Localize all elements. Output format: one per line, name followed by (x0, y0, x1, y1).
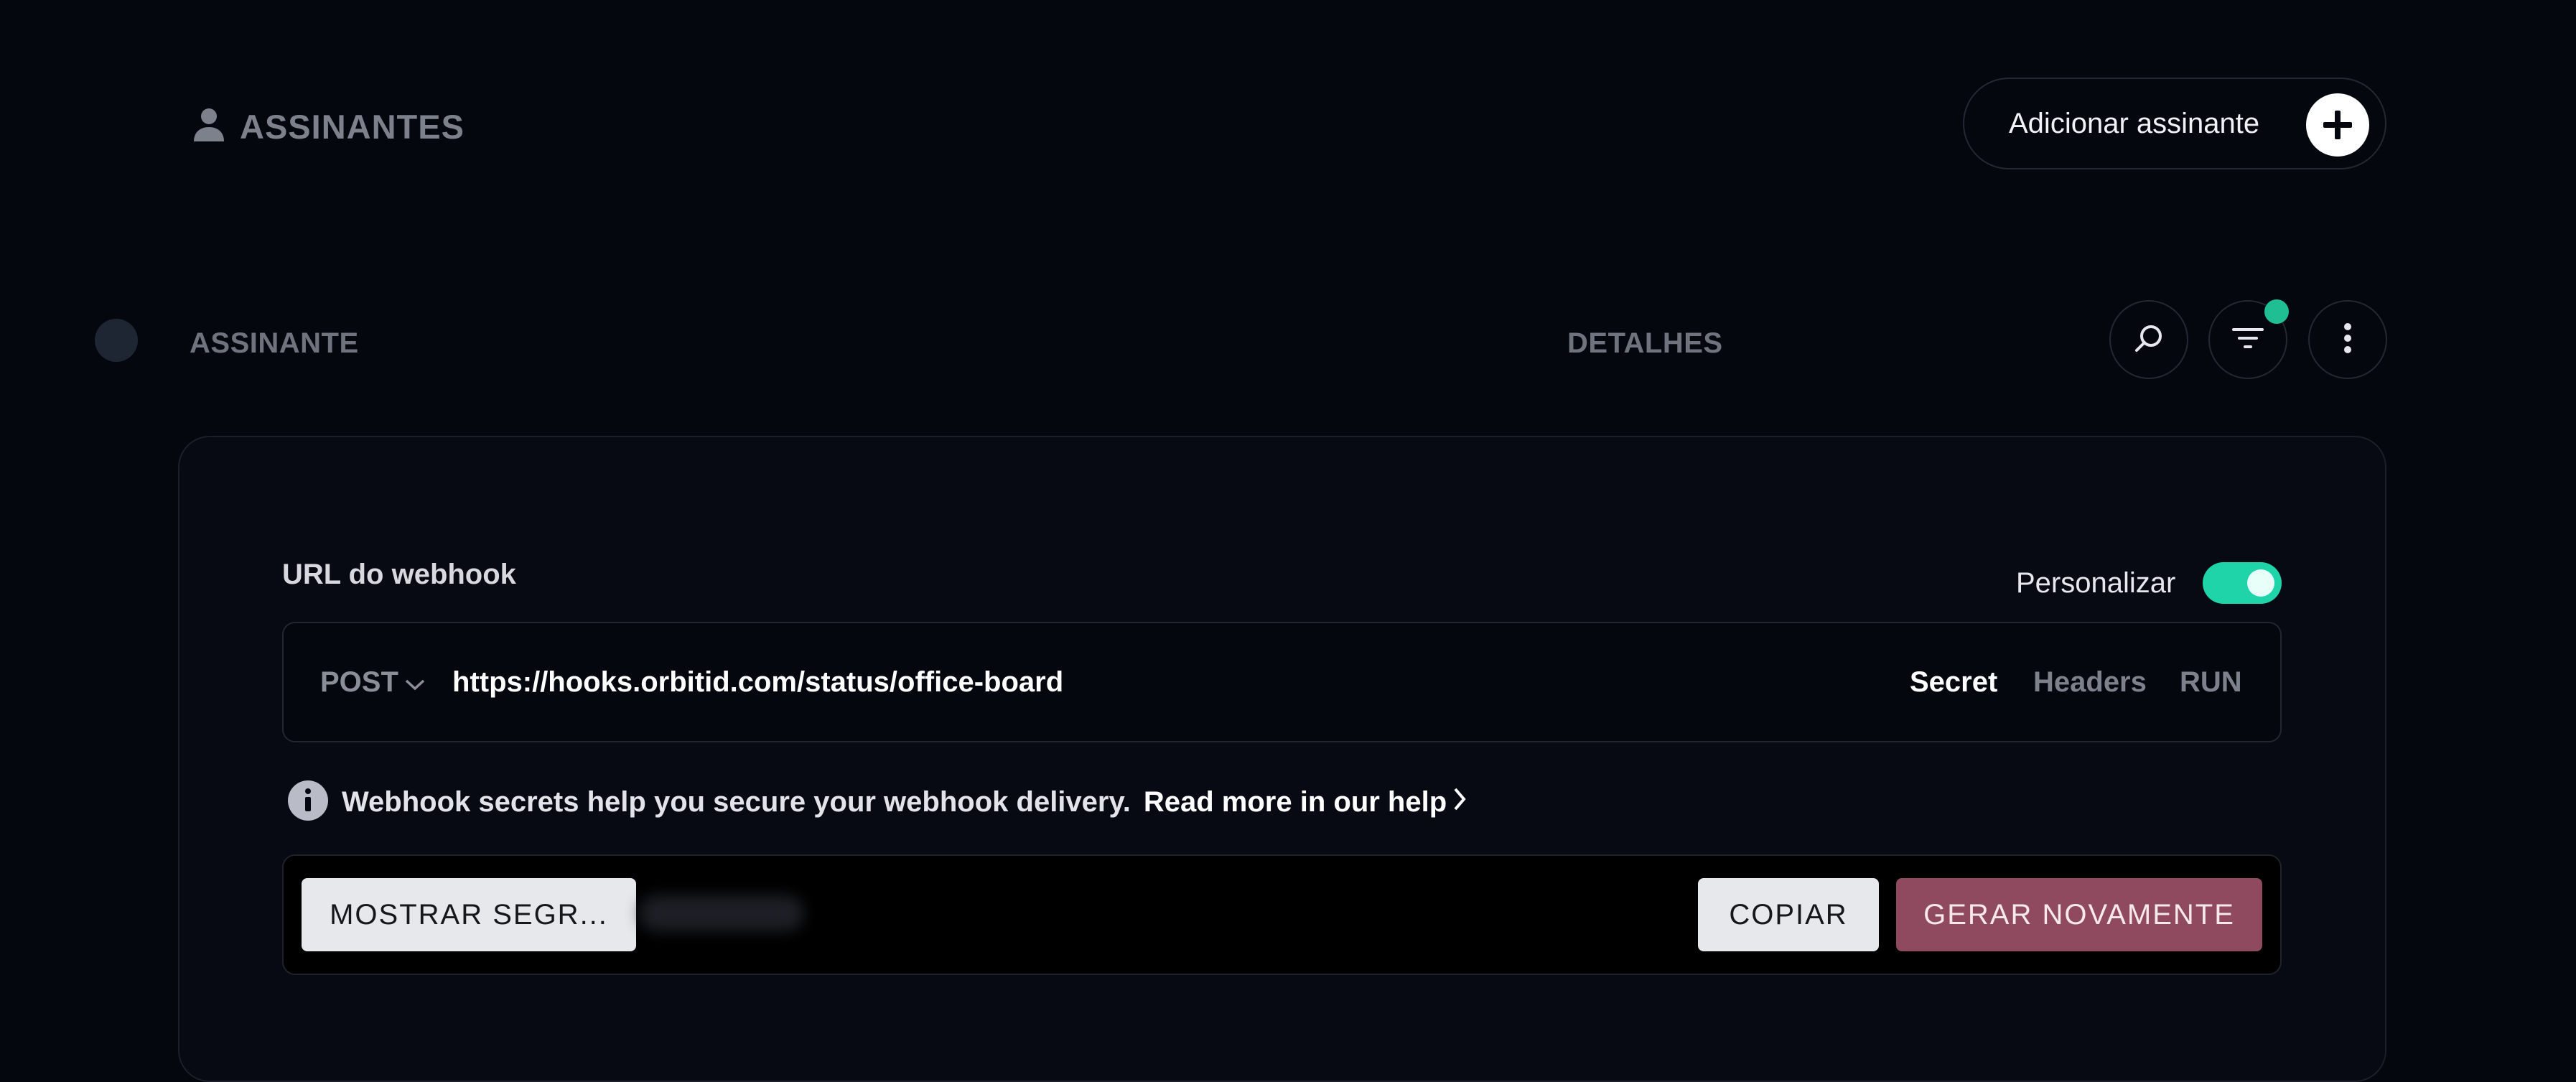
user-icon (192, 107, 225, 146)
toggle-knob (2247, 569, 2274, 597)
add-subscriber-button[interactable]: Adicionar assinante (1963, 78, 2386, 169)
method-select[interactable]: POST (320, 666, 426, 699)
more-options-button[interactable] (2308, 300, 2387, 379)
tab-secret[interactable]: Secret (1910, 666, 1997, 699)
webhook-url-label: URL do webhook (282, 559, 516, 590)
regenerate-button[interactable]: GERAR NOVAMENTE (1896, 878, 2262, 951)
page-header: ASSINANTES (192, 105, 465, 148)
show-secret-button[interactable]: MOSTRAR SEGR... (302, 878, 636, 951)
help-link[interactable]: Read more in our help (1144, 786, 1467, 819)
info-text: Webhook secrets help you secure your web… (342, 786, 1131, 818)
search-button[interactable] (2109, 300, 2188, 379)
page-title: ASSINANTES (240, 107, 465, 146)
filter-active-badge (2264, 299, 2289, 324)
hidden-secret-value (639, 895, 804, 931)
plus-icon (2306, 93, 2369, 157)
filter-icon (2231, 325, 2265, 355)
search-icon (2133, 322, 2165, 358)
more-vertical-icon (2343, 322, 2352, 358)
add-subscriber-label: Adicionar assinante (2009, 107, 2260, 139)
customize-label: Personalizar (2016, 567, 2176, 599)
info-icon (287, 780, 329, 825)
help-link-label: Read more in our help (1143, 786, 1447, 818)
subscriber-card (178, 436, 2386, 1082)
tab-run[interactable]: RUN (2180, 666, 2242, 699)
webhook-url-input[interactable]: https://hooks.orbitid.com/status/office-… (452, 666, 1063, 699)
column-header-subscriber: ASSINANTE (190, 327, 359, 359)
copy-button[interactable]: COPIAR (1698, 878, 1879, 951)
secret-info: Webhook secrets help you secure your web… (287, 780, 1467, 825)
chevron-down-icon (404, 666, 426, 699)
column-header-details: DETALHES (1567, 327, 1723, 359)
tab-headers[interactable]: Headers (2033, 666, 2147, 699)
method-value: POST (320, 666, 398, 698)
customize-toggle[interactable] (2203, 562, 2282, 604)
chevron-right-icon (1452, 786, 1467, 819)
select-all-checkbox[interactable] (95, 319, 138, 362)
